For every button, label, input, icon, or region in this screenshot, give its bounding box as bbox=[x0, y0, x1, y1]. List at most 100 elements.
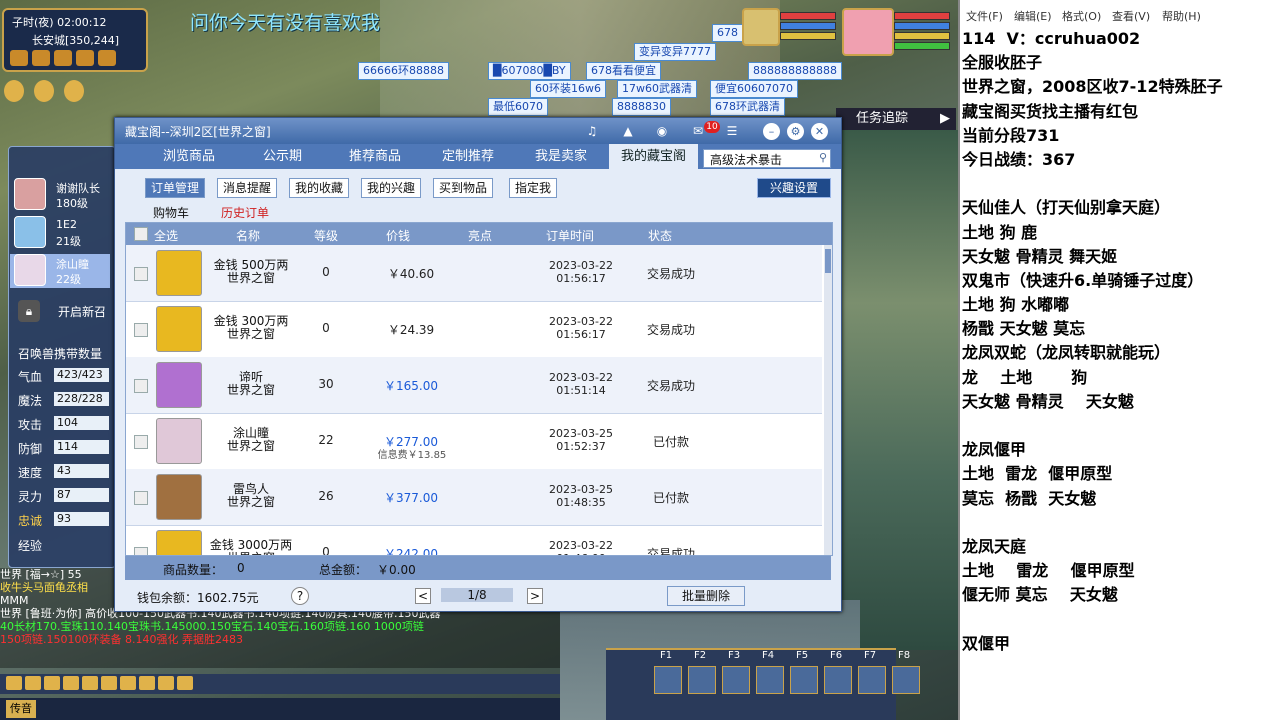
cart-icon[interactable]: ☰ bbox=[723, 123, 741, 139]
tab-seller[interactable]: 我是卖家 bbox=[535, 144, 587, 169]
unlock-slot-button[interactable]: 🔒︎ 开启新召 bbox=[10, 296, 110, 326]
row-checkbox[interactable] bbox=[134, 267, 148, 281]
menu-help[interactable]: 帮助(H) bbox=[1162, 8, 1201, 24]
overhead-name-tag[interactable]: 17w60武器清 bbox=[617, 80, 697, 98]
next-page-button[interactable]: > bbox=[527, 588, 543, 604]
subtab-assigned[interactable]: 指定我 bbox=[509, 178, 558, 198]
chat-message[interactable]: 150项链.150100环装备 8.140强化 弄据胜2483 bbox=[0, 633, 560, 646]
search-box[interactable]: 高级法术暴击 ⚲ bbox=[703, 149, 831, 168]
notepad-text-area[interactable]: 114 V：ccruhua002 全服收胚子 世界之窗，2008区收7-12特殊胚子… bbox=[962, 27, 1280, 656]
search-icon[interactable]: ⚲ bbox=[819, 151, 827, 164]
menu-format[interactable]: 格式(O) bbox=[1062, 8, 1101, 24]
row-checkbox[interactable] bbox=[134, 435, 148, 449]
col-select-all[interactable]: 全选 bbox=[154, 227, 178, 244]
settings-icon[interactable]: ⚙ bbox=[787, 123, 804, 140]
hotkey-slot[interactable] bbox=[858, 666, 886, 694]
overhead-name-tag[interactable]: 678环武器清 bbox=[710, 98, 785, 116]
overhead-name-tag[interactable]: 60环装16w6 bbox=[530, 80, 606, 98]
menu-view[interactable]: 查看(V) bbox=[1112, 8, 1150, 24]
close-icon[interactable]: ✕ bbox=[811, 123, 828, 140]
search-input[interactable]: 高级法术暴击 bbox=[710, 151, 782, 168]
voice-channel-button[interactable]: 传音 bbox=[6, 700, 36, 718]
map-icon[interactable] bbox=[10, 50, 28, 66]
arrow-left-icon[interactable] bbox=[6, 676, 22, 690]
chat-message[interactable]: 40长材170.宝珠110.140宝珠书.145000.150宝石.140宝石.… bbox=[0, 620, 560, 633]
player-portrait[interactable] bbox=[842, 8, 894, 56]
cart-link[interactable]: 购物车 bbox=[153, 204, 189, 221]
help-icon[interactable]: ? bbox=[291, 587, 309, 605]
history-orders-link[interactable]: 历史订单 bbox=[221, 204, 269, 221]
tab-my-pavilion[interactable]: 我的藏宝阁 bbox=[609, 144, 699, 169]
dream-icon[interactable] bbox=[4, 80, 24, 102]
overhead-name-tag[interactable]: 888888888888 bbox=[748, 62, 842, 80]
row-checkbox[interactable] bbox=[134, 379, 148, 393]
table-row[interactable]: 金钱 3000万两世界之窗 0 ￥242.00 2023-03-2201:46:00 交… bbox=[126, 525, 822, 555]
overhead-name-tag[interactable]: 最低6070 bbox=[488, 98, 548, 116]
channel-icon[interactable] bbox=[120, 676, 136, 690]
emoji-icon[interactable] bbox=[139, 676, 155, 690]
arrow-down-icon[interactable] bbox=[44, 676, 60, 690]
pet-list-item[interactable]: 1E2 21级 bbox=[10, 216, 110, 250]
hotkey-slot[interactable] bbox=[688, 666, 716, 694]
table-row[interactable]: 谛听 世界之窗 30 ￥165.00 2023-03-22 01:51:14 交易成功 bbox=[126, 357, 822, 414]
overhead-name-tag[interactable]: 便宜60607070 bbox=[710, 80, 798, 98]
overhead-name-tag[interactable]: 66666环88888 bbox=[358, 62, 449, 80]
overhead-name-tag[interactable]: █607080█BY bbox=[488, 62, 571, 80]
record-icon[interactable]: ◉ bbox=[653, 123, 671, 139]
table-row[interactable]: 金钱 300万两 世界之窗 0 ￥24.39 2023-03-22 01:56:17 交易成… bbox=[126, 301, 822, 358]
subtab-interests[interactable]: 我的兴趣 bbox=[361, 178, 422, 198]
subtab-messages[interactable]: 消息提醒 bbox=[217, 178, 278, 198]
overhead-name-tag[interactable]: 678看看便宜 bbox=[586, 62, 661, 80]
scrollbar-thumb[interactable] bbox=[825, 249, 831, 273]
minimize-icon[interactable]: – bbox=[763, 123, 780, 140]
table-row[interactable]: 雷鸟人 世界之窗 26 ￥377.00 2023-03-25 01:48:35 已付款 bbox=[126, 469, 822, 526]
batch-delete-button[interactable]: 批量删除 bbox=[667, 586, 745, 606]
arrow-up-icon[interactable] bbox=[25, 676, 41, 690]
row-checkbox[interactable] bbox=[134, 323, 148, 337]
mail-icon[interactable] bbox=[54, 50, 72, 66]
tab-public[interactable]: 公示期 bbox=[263, 144, 302, 169]
subtab-orders[interactable]: 订单管理 bbox=[145, 178, 206, 198]
chat-input-bar[interactable]: 传音 bbox=[0, 698, 560, 720]
tab-custom[interactable]: 定制推荐 bbox=[442, 144, 494, 169]
customer-service-icon[interactable]: ♫ bbox=[583, 123, 601, 139]
overhead-name-tag[interactable]: 678 bbox=[712, 24, 743, 42]
overhead-name-tag[interactable]: 变异变异7777 bbox=[634, 43, 716, 61]
chevron-right-icon[interactable]: ▶ bbox=[940, 108, 950, 130]
pet-portrait[interactable] bbox=[742, 8, 780, 46]
menu-edit[interactable]: 编辑(E) bbox=[1014, 8, 1052, 24]
table-row[interactable]: 涂山瞳 世界之窗 22 ￥277.00 信息费￥13.85 2023-03-25 01:52… bbox=[126, 413, 822, 470]
calendar-icon[interactable] bbox=[98, 50, 116, 66]
table-scrollbar[interactable] bbox=[824, 245, 832, 555]
window-titlebar[interactable]: 藏宝阁--深圳2区[世界之窗] ♫ ▲ ◉ ✉ 10 ☰ – ⚙ ✕ bbox=[115, 118, 841, 144]
interest-settings-button[interactable]: 兴趣设置 bbox=[757, 178, 831, 198]
expand-icon[interactable] bbox=[177, 676, 193, 690]
pet-list-item[interactable]: 谢谢队长 180级 bbox=[10, 178, 110, 212]
bubble-icon[interactable] bbox=[158, 676, 174, 690]
shop-icon[interactable] bbox=[76, 50, 94, 66]
search-icon[interactable] bbox=[82, 676, 98, 690]
hotkey-slot[interactable] bbox=[824, 666, 852, 694]
pin-icon[interactable]: ▲ bbox=[619, 123, 637, 139]
move-icon[interactable] bbox=[63, 676, 79, 690]
overhead-name-tag[interactable]: 8888830 bbox=[612, 98, 671, 116]
tab-browse[interactable]: 浏览商品 bbox=[163, 144, 215, 169]
gift-icon[interactable] bbox=[64, 80, 84, 102]
world-icon[interactable] bbox=[32, 50, 50, 66]
subtab-favorites[interactable]: 我的收藏 bbox=[289, 178, 350, 198]
hotkey-slot[interactable] bbox=[756, 666, 784, 694]
prev-page-button[interactable]: < bbox=[415, 588, 431, 604]
tab-recommend[interactable]: 推荐商品 bbox=[349, 144, 401, 169]
row-checkbox[interactable] bbox=[134, 547, 148, 555]
lock-icon[interactable] bbox=[101, 676, 117, 690]
task-tracker[interactable]: 任务追踪 ▶ bbox=[836, 108, 956, 130]
hotkey-slot[interactable] bbox=[722, 666, 750, 694]
table-row[interactable]: 金钱 500万两 世界之窗 0 ￥40.60 2023-03-22 01:56:17 交易成… bbox=[126, 245, 822, 302]
hotkey-slot[interactable] bbox=[892, 666, 920, 694]
subtab-bought[interactable]: 买到物品 bbox=[433, 178, 494, 198]
hotkey-slot[interactable] bbox=[790, 666, 818, 694]
select-all-checkbox[interactable] bbox=[134, 227, 148, 241]
pet-list-item-selected[interactable]: 涂山瞳 22级 bbox=[10, 254, 110, 288]
sun-icon[interactable] bbox=[34, 80, 54, 102]
menu-file[interactable]: 文件(F) bbox=[966, 8, 1003, 24]
